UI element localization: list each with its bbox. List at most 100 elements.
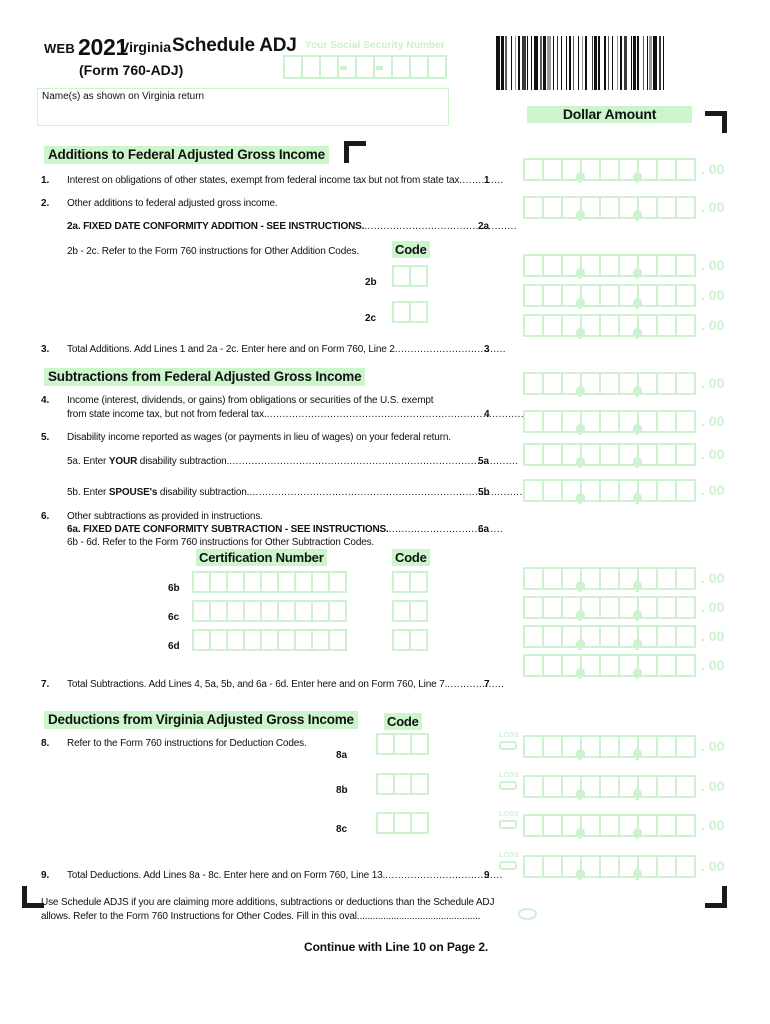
amount-line-2b-cell-8[interactable]	[656, 254, 677, 277]
code-cell-2[interactable]	[409, 265, 428, 287]
amount-line-5b-cell-8[interactable]	[656, 443, 677, 466]
amount-line-2b-cell-1[interactable]	[523, 254, 544, 277]
amount-line-6b-cell-5[interactable]	[599, 567, 620, 590]
code-cell-2[interactable]	[409, 571, 428, 593]
amount-line-2b[interactable]: . 00	[523, 254, 724, 277]
amount-line-8c-cell-3[interactable]	[561, 814, 585, 837]
amount-line-6b-cell-9[interactable]	[675, 567, 696, 590]
ssn-input-group[interactable]	[283, 55, 447, 79]
amount-line-3-cell-5[interactable]	[599, 314, 620, 337]
loss-checkbox[interactable]	[499, 781, 517, 790]
deduction-code-cell-3[interactable]	[410, 773, 429, 795]
amount-line-3-cell-9[interactable]	[675, 314, 696, 337]
amount-line-2c-cell-5[interactable]	[599, 284, 620, 307]
code-input-6b[interactable]	[392, 571, 428, 593]
amount-line-6d-cell-2[interactable]	[542, 625, 563, 648]
certification-input-6b[interactable]	[192, 571, 347, 593]
amount-line-6c-cell-6[interactable]	[618, 596, 642, 619]
amount-line-8a-cell-8[interactable]	[656, 735, 677, 758]
amount-line-6a-cell-6[interactable]	[618, 479, 642, 502]
ssn-cell-7[interactable]	[391, 55, 411, 79]
code-cell-2[interactable]	[409, 629, 428, 651]
amount-line-5a-cell-2[interactable]	[542, 410, 563, 433]
amount-line-2c-cell-8[interactable]	[656, 284, 677, 307]
amount-line-8a-cell-9[interactable]	[675, 735, 696, 758]
amount-line-2b-cell-6[interactable]	[618, 254, 642, 277]
amount-line-6c-cell-8[interactable]	[656, 596, 677, 619]
amount-line-6a[interactable]: . 00	[523, 479, 724, 502]
amount-line-6a-cell-9[interactable]	[675, 479, 696, 502]
amount-line-2a-cell-2[interactable]	[542, 196, 563, 219]
deduction-code-input-8c[interactable]	[376, 812, 429, 834]
amount-line-1-cell-9[interactable]	[675, 158, 696, 181]
code-input-2b[interactable]	[392, 265, 428, 287]
amount-line-3-cell-3[interactable]	[561, 314, 585, 337]
amount-line-8a-cell-6[interactable]	[618, 735, 642, 758]
amount-line-9-cell-5[interactable]	[599, 855, 620, 878]
amount-line-8c-cell-9[interactable]	[675, 814, 696, 837]
code-cell-2[interactable]	[409, 301, 428, 323]
amount-line-6d-cell-5[interactable]	[599, 625, 620, 648]
amount-line-6a-cell-8[interactable]	[656, 479, 677, 502]
amount-line-8c-cell-2[interactable]	[542, 814, 563, 837]
amount-line-2c-cell-6[interactable]	[618, 284, 642, 307]
amount-line-6b-cell-8[interactable]	[656, 567, 677, 590]
amount-line-5a-cell-6[interactable]	[618, 410, 642, 433]
amount-line-5b-cell-3[interactable]	[561, 443, 585, 466]
amount-line-4-cell-2[interactable]	[542, 372, 563, 395]
amount-line-6d-cell-3[interactable]	[561, 625, 585, 648]
amount-line-7-cell-8[interactable]	[656, 654, 677, 677]
amount-line-9-cell-2[interactable]	[542, 855, 563, 878]
amount-line-4-cell-8[interactable]	[656, 372, 677, 395]
amount-line-4-cell-5[interactable]	[599, 372, 620, 395]
amount-line-2a-cell-6[interactable]	[618, 196, 642, 219]
amount-line-6b-cell-2[interactable]	[542, 567, 563, 590]
certification-input-6d[interactable]	[192, 629, 347, 651]
amount-line-6c-cell-9[interactable]	[675, 596, 696, 619]
amount-line-5b-cell-6[interactable]	[618, 443, 642, 466]
ssn-cell-2[interactable]	[301, 55, 321, 79]
amount-line-2c-cell-9[interactable]	[675, 284, 696, 307]
amount-line-3-cell-6[interactable]	[618, 314, 642, 337]
amount-line-8c-cell-1[interactable]	[523, 814, 544, 837]
amount-line-2a-cell-1[interactable]	[523, 196, 544, 219]
amount-line-1-cell-5[interactable]	[599, 158, 620, 181]
amount-line-8b-cell-6[interactable]	[618, 775, 642, 798]
amount-line-6d[interactable]: . 00	[523, 625, 724, 648]
amount-line-8a-cell-3[interactable]	[561, 735, 585, 758]
amount-line-8b-cell-8[interactable]	[656, 775, 677, 798]
amount-line-5b-cell-5[interactable]	[599, 443, 620, 466]
amount-line-4-cell-1[interactable]	[523, 372, 544, 395]
amount-line-5a[interactable]: . 00	[523, 410, 724, 433]
amount-line-8c-cell-6[interactable]	[618, 814, 642, 837]
amount-line-5a-cell-1[interactable]	[523, 410, 544, 433]
amount-line-6b[interactable]: . 00	[523, 567, 724, 590]
ssn-cell-3[interactable]	[319, 55, 339, 79]
amount-line-2c-cell-2[interactable]	[542, 284, 563, 307]
amount-line-8a-cell-2[interactable]	[542, 735, 563, 758]
amount-line-2a-cell-5[interactable]	[599, 196, 620, 219]
amount-line-3-cell-8[interactable]	[656, 314, 677, 337]
amount-line-2b-cell-5[interactable]	[599, 254, 620, 277]
amount-line-5a-cell-9[interactable]	[675, 410, 696, 433]
amount-line-8b-cell-3[interactable]	[561, 775, 585, 798]
amount-line-6b-cell-3[interactable]	[561, 567, 585, 590]
amount-line-7-cell-3[interactable]	[561, 654, 585, 677]
amount-line-9[interactable]: . 00	[523, 855, 724, 878]
amount-line-2c-cell-3[interactable]	[561, 284, 585, 307]
amount-line-7-cell-5[interactable]	[599, 654, 620, 677]
amount-line-1-cell-3[interactable]	[561, 158, 585, 181]
amount-line-9-cell-3[interactable]	[561, 855, 585, 878]
amount-line-2a-cell-3[interactable]	[561, 196, 585, 219]
amount-line-8b-cell-5[interactable]	[599, 775, 620, 798]
code-input-6c[interactable]	[392, 600, 428, 622]
ssn-cell-9[interactable]	[427, 55, 447, 79]
loss-checkbox[interactable]	[499, 820, 517, 829]
amount-line-6d-cell-1[interactable]	[523, 625, 544, 648]
amount-line-6a-cell-1[interactable]	[523, 479, 544, 502]
amount-line-2a[interactable]: . 00	[523, 196, 724, 219]
amount-line-6c-cell-3[interactable]	[561, 596, 585, 619]
cert-cell-9[interactable]	[328, 571, 347, 593]
amount-line-1-cell-2[interactable]	[542, 158, 563, 181]
amount-line-6c[interactable]: . 00	[523, 596, 724, 619]
